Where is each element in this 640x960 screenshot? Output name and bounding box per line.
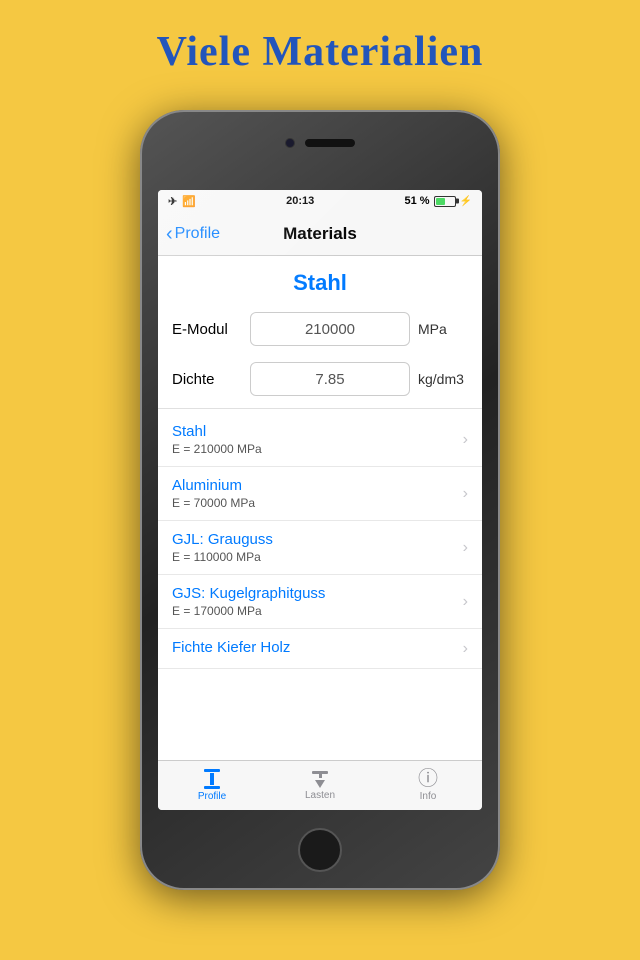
camera-dot (285, 138, 295, 148)
tab-lasten[interactable]: Lasten (266, 771, 374, 801)
emodule-unit: MPa (418, 321, 468, 337)
battery-icon (434, 196, 456, 207)
material-item-text: GJS: Kugelgraphitguss E = 170000 MPa (172, 585, 463, 618)
list-item[interactable]: GJL: Grauguss E = 110000 MPa › (158, 521, 482, 575)
status-bar: ✈ 📶 20:13 51 % ⚡ (158, 190, 482, 212)
back-button[interactable]: ‹ Profile (166, 224, 220, 244)
chevron-left-icon: ‹ (166, 224, 173, 244)
list-item[interactable]: Aluminium E = 70000 MPa › (158, 467, 482, 521)
tab-bar: Profile Lasten ⓘ Info (158, 760, 482, 810)
material-item-desc: E = 70000 MPa (172, 496, 463, 510)
tab-info[interactable]: ⓘ Info (374, 769, 482, 802)
material-list: Stahl E = 210000 MPa › Aluminium E = 700… (158, 413, 482, 669)
material-name: Stahl (158, 270, 482, 296)
page-background-title: Viele Materialien (0, 0, 640, 76)
tab-info-label: Info (420, 791, 437, 802)
material-header: Stahl (158, 256, 482, 304)
back-label: Profile (175, 225, 220, 243)
nav-bar: ‹ Profile Materials (158, 212, 482, 256)
material-item-desc: E = 210000 MPa (172, 442, 463, 456)
dichte-input[interactable]: 7.85 (250, 362, 410, 396)
chevron-right-icon: › (463, 485, 468, 503)
status-right: 51 % ⚡ (404, 195, 472, 207)
material-item-name: Fichte Kiefer Holz (172, 639, 463, 656)
material-item-text: Stahl E = 210000 MPa (172, 423, 463, 456)
material-item-desc: E = 170000 MPa (172, 604, 463, 618)
tab-profile-label: Profile (198, 791, 226, 802)
property-row-dichte: Dichte 7.85 kg/dm3 (158, 354, 482, 404)
material-item-text: Fichte Kiefer Holz (172, 639, 463, 658)
charging-icon: ⚡ (460, 196, 472, 207)
property-row-emodule: E-Modul 210000 MPa (158, 304, 482, 354)
tab-lasten-label: Lasten (305, 790, 335, 801)
divider (158, 408, 482, 409)
list-item[interactable]: Fichte Kiefer Holz › (158, 629, 482, 669)
phone-screen: ✈ 📶 20:13 51 % ⚡ ‹ Profile Materials (158, 190, 482, 810)
status-time: 20:13 (286, 195, 314, 207)
material-item-name: GJS: Kugelgraphitguss (172, 585, 463, 602)
wifi-icon: 📶 (182, 195, 196, 208)
dichte-label: Dichte (172, 371, 242, 388)
chevron-right-icon: › (463, 593, 468, 611)
battery-percent: 51 % (404, 195, 429, 207)
tab-profile[interactable]: Profile (158, 769, 266, 802)
profile-tab-icon (204, 769, 220, 789)
status-left: ✈ 📶 (168, 195, 196, 208)
material-item-name: Aluminium (172, 477, 463, 494)
nav-title: Materials (283, 224, 357, 244)
emodule-input[interactable]: 210000 (250, 312, 410, 346)
chevron-right-icon: › (463, 539, 468, 557)
material-item-desc: E = 110000 MPa (172, 550, 463, 564)
material-item-text: GJL: Grauguss E = 110000 MPa (172, 531, 463, 564)
emodule-label: E-Modul (172, 321, 242, 338)
material-item-text: Aluminium E = 70000 MPa (172, 477, 463, 510)
speaker-grille (305, 139, 355, 147)
info-tab-icon: ⓘ (418, 769, 438, 789)
dichte-unit: kg/dm3 (418, 371, 468, 387)
list-item[interactable]: Stahl E = 210000 MPa › (158, 413, 482, 467)
phone-camera-area (285, 138, 355, 148)
lasten-tab-icon (312, 771, 328, 788)
chevron-right-icon: › (463, 640, 468, 658)
material-item-name: Stahl (172, 423, 463, 440)
phone-shell: ✈ 📶 20:13 51 % ⚡ ‹ Profile Materials (140, 110, 500, 890)
airplane-icon: ✈ (168, 195, 177, 208)
home-button[interactable] (298, 828, 342, 872)
scroll-content[interactable]: Stahl E-Modul 210000 MPa Dichte 7.85 kg/… (158, 256, 482, 760)
list-item[interactable]: GJS: Kugelgraphitguss E = 170000 MPa › (158, 575, 482, 629)
chevron-right-icon: › (463, 431, 468, 449)
material-item-name: GJL: Grauguss (172, 531, 463, 548)
